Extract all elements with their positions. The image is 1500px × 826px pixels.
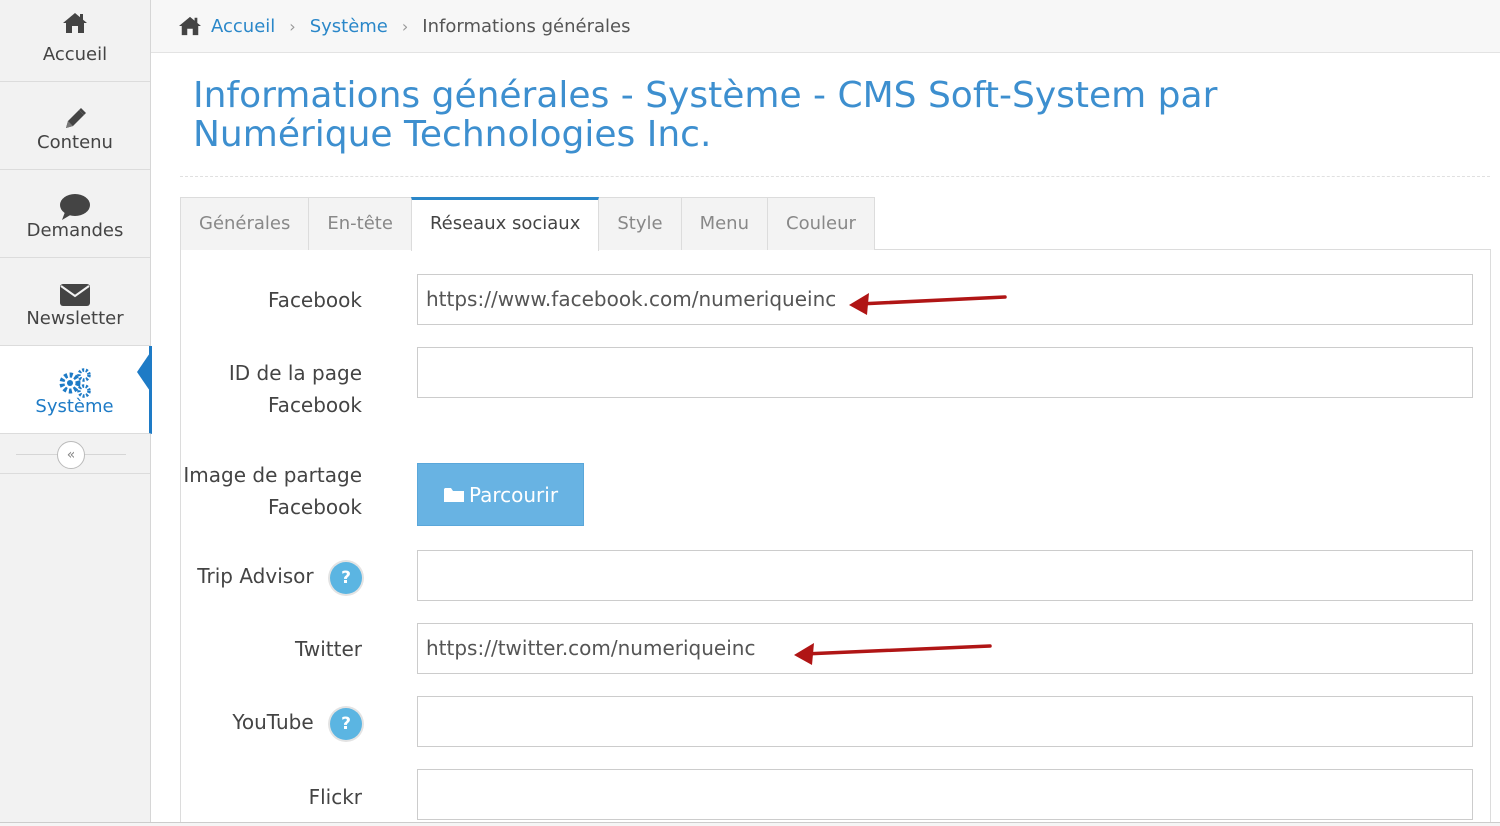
form-row-twitter: Twitter https://twitter.com/numeriqueinc [180, 623, 1473, 674]
tripadvisor-label-group: Trip Advisor ? [197, 560, 362, 594]
flickr-input[interactable] [417, 769, 1473, 820]
sidebar-item-label: Contenu [37, 132, 113, 153]
home-icon [0, 8, 150, 38]
sidebar-collapse-row: « [0, 434, 150, 474]
sidebar-item-systeme[interactable]: Système [0, 346, 152, 434]
window-bottom-edge [0, 822, 1500, 826]
facebook-page-id-label-line1: ID de la page [228, 361, 362, 385]
tripadvisor-label: Trip Advisor [197, 564, 314, 588]
facebook-page-id-label-line2: Facebook [268, 393, 362, 417]
youtube-input[interactable] [417, 696, 1473, 747]
gears-icon [0, 368, 149, 398]
tab-menu[interactable]: Menu [680, 197, 768, 250]
breadcrumb: Accueil › Système › Informations général… [151, 0, 1500, 53]
form-row-facebook: Facebook https://www.facebook.com/numeri… [180, 274, 1473, 325]
tab-style[interactable]: Style [598, 197, 682, 250]
facebook-page-id-input[interactable] [417, 347, 1473, 398]
facebook-input[interactable]: https://www.facebook.com/numeriqueinc [417, 274, 1473, 325]
browse-button-label: Parcourir [468, 482, 559, 507]
page-title: Informations générales - Système - CMS S… [193, 75, 1218, 155]
breadcrumb-link-systeme[interactable]: Système [310, 16, 388, 37]
sidebar: Accueil Contenu Demandes Newsletter Syst… [0, 0, 152, 826]
flickr-label: Flickr [308, 785, 362, 809]
breadcrumb-link-accueil[interactable]: Accueil [211, 16, 275, 37]
envelope-icon [0, 280, 150, 310]
home-icon[interactable] [177, 15, 203, 37]
tab-bar: Générales En-tête Réseaux sociaux Style … [180, 197, 875, 251]
active-indicator [137, 350, 152, 394]
form-row-tripadvisor: Trip Advisor ? [180, 550, 1473, 601]
share-image-label-line2: Facebook [268, 495, 362, 519]
form-row-flickr: Flickr [180, 769, 1473, 820]
facebook-label: Facebook [268, 288, 362, 312]
breadcrumb-separator: › [289, 16, 296, 36]
tripadvisor-input[interactable] [417, 550, 1473, 601]
form-row-facebook-page-id: ID de la page Facebook [180, 347, 1473, 427]
help-icon[interactable]: ? [330, 561, 362, 594]
youtube-label: YouTube [232, 710, 314, 734]
sidebar-item-label: Newsletter [26, 308, 124, 329]
folder-icon [443, 487, 464, 502]
twitter-input[interactable]: https://twitter.com/numeriqueinc [417, 623, 1473, 674]
tab-en-tete[interactable]: En-tête [308, 197, 412, 250]
sidebar-item-label: Accueil [42, 44, 108, 65]
title-divider [180, 176, 1490, 177]
breadcrumb-current: Informations générales [422, 15, 631, 37]
help-icon[interactable]: ? [330, 707, 362, 740]
sidebar-item-label: Demandes [26, 220, 124, 241]
form-row-share-image: Image de partage Facebook Parcourir [180, 462, 1473, 528]
sidebar-item-label: Système [35, 396, 114, 417]
sidebar-item-contenu[interactable]: Contenu [0, 82, 150, 170]
share-image-label-line1: Image de partage [183, 463, 362, 487]
youtube-label-group: YouTube ? [232, 706, 362, 740]
twitter-label: Twitter [294, 637, 362, 661]
sidebar-item-accueil[interactable]: Accueil [0, 0, 150, 82]
pencil-icon [0, 104, 150, 134]
form-row-youtube: YouTube ? [180, 696, 1473, 747]
tab-couleur[interactable]: Couleur [767, 197, 875, 250]
sidebar-item-demandes[interactable]: Demandes [0, 170, 150, 258]
comment-icon [0, 192, 150, 222]
tab-reseaux-sociaux[interactable]: Réseaux sociaux [410, 197, 600, 251]
breadcrumb-separator: › [401, 16, 409, 36]
tab-generales[interactable]: Générales [180, 197, 310, 250]
sidebar-item-newsletter[interactable]: Newsletter [0, 258, 150, 346]
collapse-sidebar-button[interactable]: « [57, 441, 85, 469]
browse-button[interactable]: Parcourir [417, 463, 584, 526]
